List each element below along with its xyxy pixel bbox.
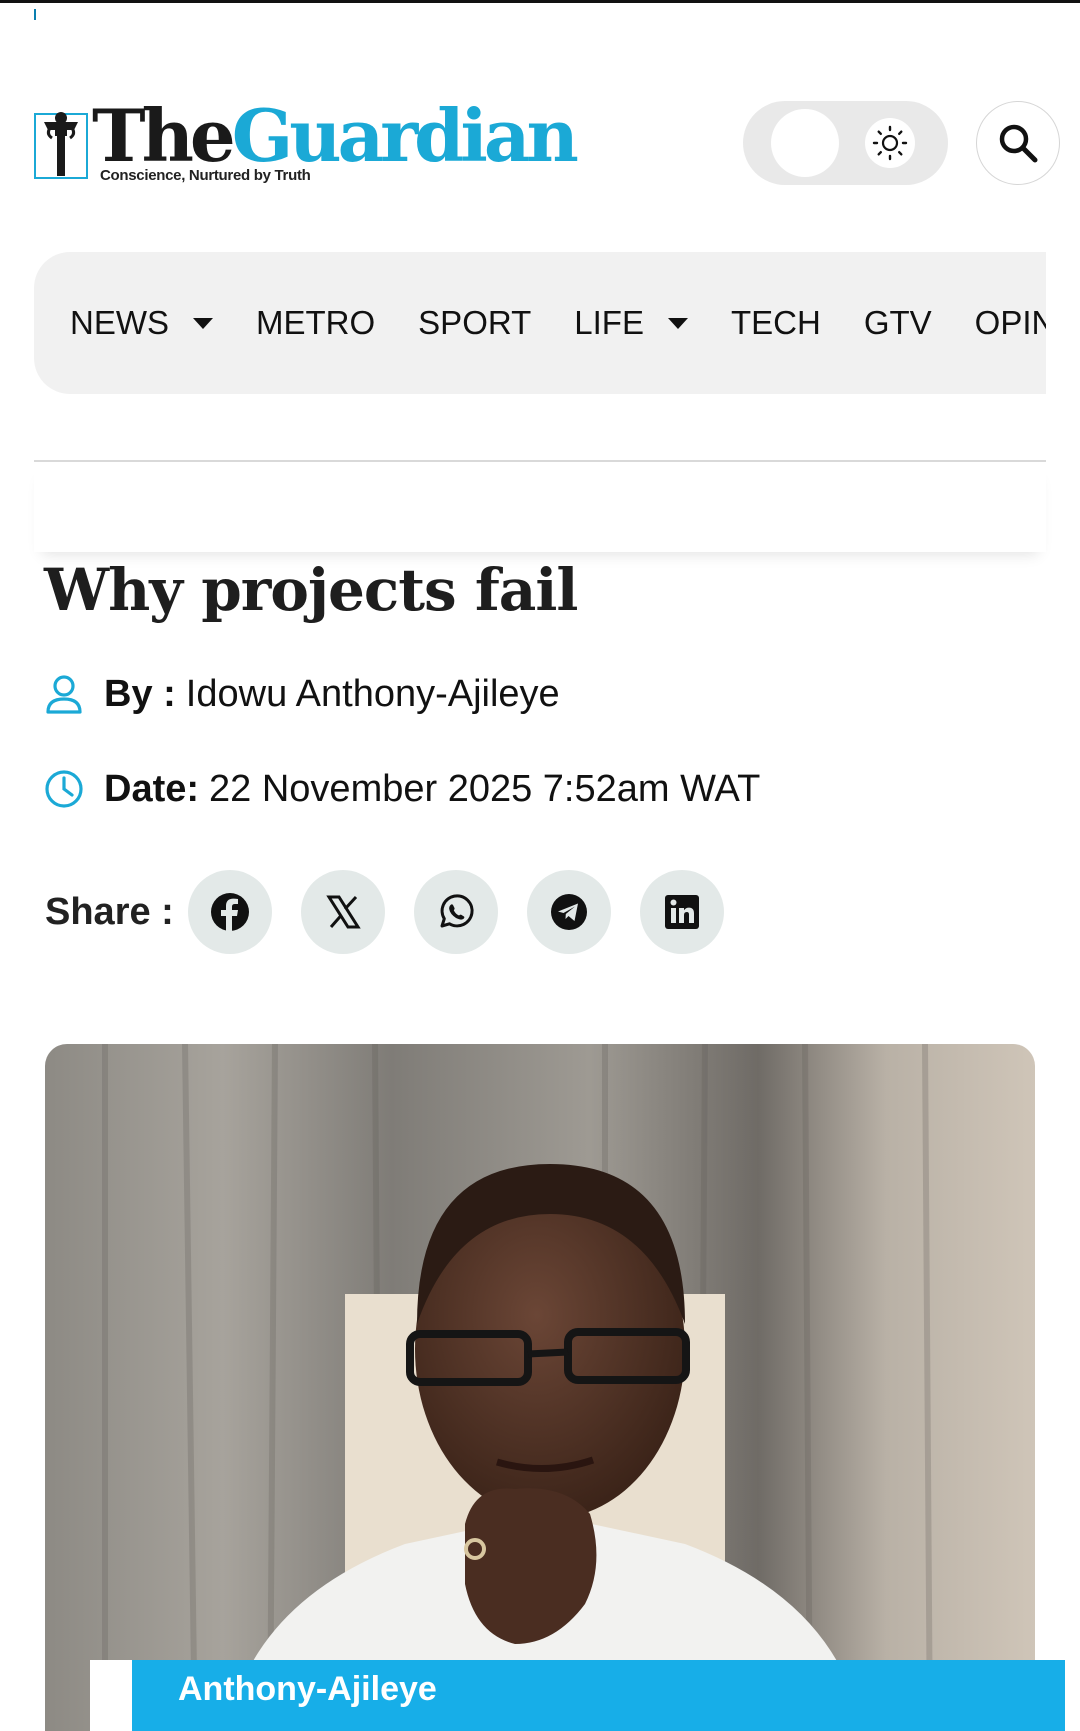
nav-item-label: NEWS [70, 304, 169, 341]
date-label: Date: [104, 767, 200, 810]
share-label: Share : [45, 890, 174, 933]
date-value: 22 November 2025 7:52am WAT [209, 767, 761, 810]
main-nav: NEWS METRO SPORT LIFE TECH GTV OPINIC [34, 252, 1046, 394]
linkedin-icon [664, 895, 699, 929]
theme-toggle[interactable] [743, 101, 948, 185]
article-author: By : Idowu Anthony-Ajileye [42, 672, 560, 716]
nav-item-opinion[interactable]: OPINIC [975, 304, 1046, 342]
nav-item-label: OPINIC [974, 304, 1046, 341]
nav-item-life[interactable]: LIFE [574, 304, 688, 342]
text-cursor [34, 9, 36, 20]
logo-wordmark: TheGuardian Conscience, Nurtured by Trut… [92, 100, 579, 185]
share-telegram-button[interactable] [526, 870, 611, 954]
author-name[interactable]: Idowu Anthony-Ajileye [186, 673, 560, 716]
nav-item-tech[interactable]: TECH [731, 304, 821, 342]
nav-item-label: LIFE [574, 304, 644, 341]
sun-icon [865, 118, 915, 168]
nav-item-metro[interactable]: METRO [256, 304, 375, 342]
share-bar: Share : [45, 870, 753, 954]
guardian-logo[interactable]: TheGuardian Conscience, Nurtured by Trut… [34, 100, 594, 188]
toggle-knob [771, 109, 839, 177]
facebook-icon [210, 893, 249, 932]
nav-item-label: TECH [730, 304, 821, 341]
search-icon [999, 124, 1038, 163]
telegram-icon [550, 894, 587, 930]
image-caption: Anthony-Ajileye [178, 1670, 437, 1708]
search-button[interactable] [976, 101, 1060, 185]
article-featured-image [45, 1044, 1035, 1731]
nav-item-label: METRO [256, 304, 376, 341]
logo-word-guardian: Guardian [231, 93, 579, 178]
share-whatsapp-button[interactable] [413, 870, 498, 954]
share-x-button[interactable] [300, 870, 385, 954]
site-header: TheGuardian Conscience, Nurtured by Trut… [34, 90, 1060, 190]
chevron-down-icon [667, 317, 688, 329]
logo-tagline: Conscience, Nurtured by Truth [100, 167, 311, 184]
share-facebook-button[interactable] [187, 870, 272, 954]
logo-emblem-icon [34, 112, 88, 179]
article-title: Why projects fail [44, 556, 578, 624]
nav-item-label: SPORT [418, 304, 532, 341]
nav-item-label: GTV [863, 304, 932, 341]
user-icon [46, 675, 82, 714]
author-label: By : [104, 672, 176, 715]
article-date: Date: 22 November 2025 7:52am WAT [42, 767, 760, 811]
nav-item-news[interactable]: NEWS [70, 304, 213, 342]
clock-icon [45, 770, 83, 808]
nav-list: NEWS METRO SPORT LIFE TECH GTV OPINIC [70, 252, 1046, 394]
top-border [0, 0, 1080, 3]
sub-nav-bar [34, 462, 1046, 552]
nav-item-sport[interactable]: SPORT [418, 304, 531, 342]
x-icon [326, 895, 361, 929]
share-linkedin-button[interactable] [639, 870, 724, 954]
chevron-down-icon [193, 317, 213, 329]
whatsapp-icon [440, 894, 474, 928]
nav-item-gtv[interactable]: GTV [864, 304, 932, 342]
logo-word-the: The [92, 93, 236, 178]
